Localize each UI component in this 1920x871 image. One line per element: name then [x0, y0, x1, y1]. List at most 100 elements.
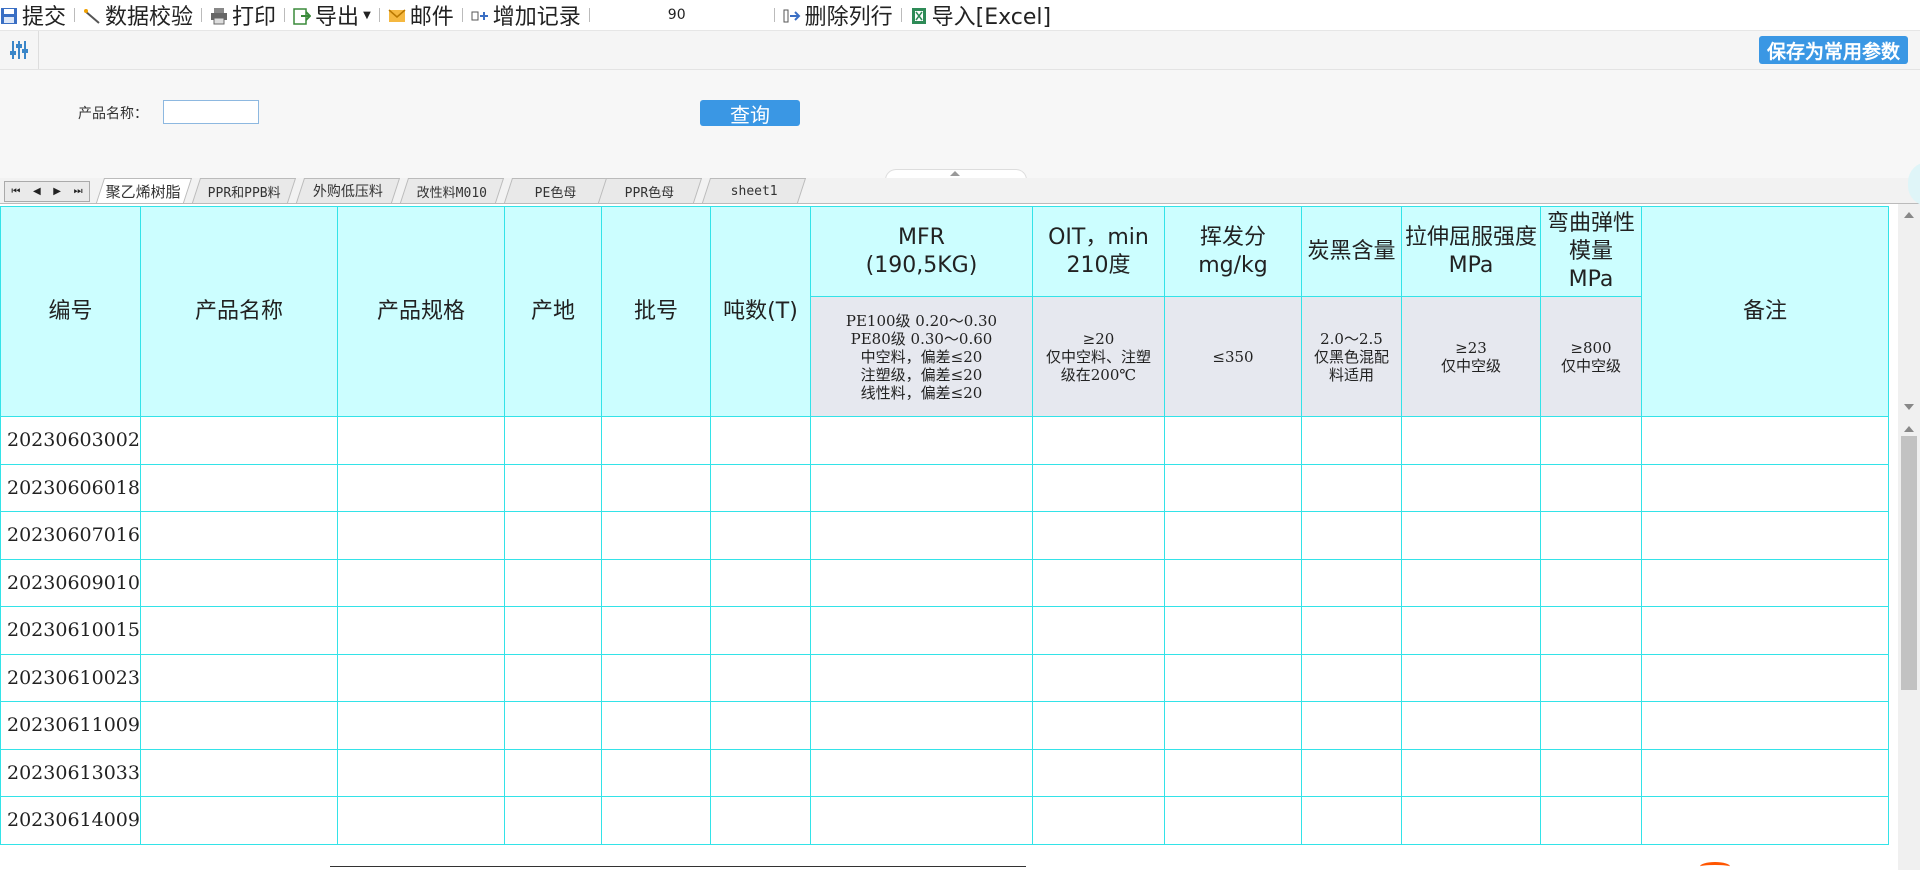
- table-cell[interactable]: [1539, 701, 1642, 750]
- table-cell[interactable]: [709, 701, 811, 750]
- table-cell[interactable]: [503, 701, 602, 750]
- table-cell[interactable]: [1163, 511, 1302, 560]
- sheet-tab[interactable]: sheet1: [701, 178, 807, 203]
- table-cell[interactable]: [1400, 796, 1541, 845]
- table-row[interactable]: 20230610023: [0, 653, 1889, 702]
- table-cell[interactable]: [709, 558, 811, 607]
- table-cell[interactable]: [1640, 748, 1889, 797]
- header-id[interactable]: 编号: [0, 206, 141, 417]
- submit-button[interactable]: 提交: [0, 0, 66, 30]
- table-cell[interactable]: [503, 748, 602, 797]
- table-cell[interactable]: [600, 796, 711, 845]
- table-cell[interactable]: [336, 511, 505, 560]
- table-cell[interactable]: [809, 653, 1033, 702]
- import-excel-button[interactable]: 导入[Excel]: [910, 0, 1051, 30]
- table-cell[interactable]: [1031, 511, 1165, 560]
- header-remark[interactable]: 备注: [1640, 206, 1889, 417]
- table-cell[interactable]: [1640, 463, 1889, 512]
- header-product-spec[interactable]: 产品规格: [336, 206, 505, 417]
- table-cell[interactable]: [139, 558, 338, 607]
- scroll-up-icon[interactable]: [1904, 426, 1914, 432]
- table-cell[interactable]: [503, 416, 602, 465]
- table-cell[interactable]: [1640, 511, 1889, 560]
- export-button[interactable]: 导出 ▼: [293, 0, 371, 30]
- table-cell[interactable]: [600, 606, 711, 655]
- table-cell[interactable]: [709, 653, 811, 702]
- zoom-level[interactable]: 90: [668, 7, 686, 23]
- header-origin[interactable]: 产地: [503, 206, 602, 417]
- table-row[interactable]: 20230606018: [0, 463, 1889, 512]
- row-id-cell[interactable]: 20230610023: [0, 653, 141, 702]
- table-cell[interactable]: [1163, 748, 1302, 797]
- table-cell[interactable]: [709, 416, 811, 465]
- table-cell[interactable]: [1163, 416, 1302, 465]
- print-button[interactable]: 打印: [210, 0, 276, 30]
- table-row[interactable]: 20230610015: [0, 606, 1889, 655]
- table-cell[interactable]: [1640, 701, 1889, 750]
- table-cell[interactable]: [809, 796, 1033, 845]
- spec-flex[interactable]: ≥800 仅中空级: [1539, 296, 1642, 417]
- table-cell[interactable]: [600, 511, 711, 560]
- table-cell[interactable]: [1640, 606, 1889, 655]
- table-cell[interactable]: [1031, 796, 1165, 845]
- table-cell[interactable]: [1163, 558, 1302, 607]
- table-cell[interactable]: [336, 701, 505, 750]
- table-cell[interactable]: [1539, 796, 1642, 845]
- first-sheet-icon[interactable]: ⏮: [11, 186, 20, 197]
- table-cell[interactable]: [600, 558, 711, 607]
- table-row[interactable]: 20230603002: [0, 416, 1889, 465]
- table-cell[interactable]: [809, 748, 1033, 797]
- table-cell[interactable]: [1539, 653, 1642, 702]
- table-cell[interactable]: [1300, 606, 1402, 655]
- table-cell[interactable]: [336, 416, 505, 465]
- table-cell[interactable]: [600, 463, 711, 512]
- table-row[interactable]: 20230611009: [0, 701, 1889, 750]
- table-cell[interactable]: [139, 416, 338, 465]
- table-cell[interactable]: [709, 796, 811, 845]
- table-cell[interactable]: [1400, 748, 1541, 797]
- table-cell[interactable]: [1640, 796, 1889, 845]
- mail-button[interactable]: 邮件: [388, 0, 454, 30]
- table-cell[interactable]: [1163, 606, 1302, 655]
- table-cell[interactable]: [1539, 606, 1642, 655]
- prev-sheet-icon[interactable]: ◀: [33, 186, 41, 197]
- table-cell[interactable]: [1300, 511, 1402, 560]
- sheet-tab[interactable]: 聚乙烯树脂: [95, 178, 193, 203]
- table-cell[interactable]: [1031, 653, 1165, 702]
- table-cell[interactable]: [1031, 558, 1165, 607]
- spec-carbon[interactable]: 2.0～2.5 仅黑色混配 料适用: [1300, 296, 1402, 417]
- spec-mfr[interactable]: PE100级 0.20～0.30 PE80级 0.30～0.60 中空料，偏差≤…: [809, 296, 1033, 417]
- table-cell[interactable]: [139, 748, 338, 797]
- table-cell[interactable]: [1400, 558, 1541, 607]
- table-cell[interactable]: [1640, 653, 1889, 702]
- header-product-name[interactable]: 产品名称: [139, 206, 338, 417]
- header-tonnage[interactable]: 吨数(T): [709, 206, 811, 417]
- table-row[interactable]: 20230614009: [0, 796, 1889, 845]
- table-cell[interactable]: [809, 463, 1033, 512]
- table-cell[interactable]: [139, 701, 338, 750]
- table-cell[interactable]: [1400, 701, 1541, 750]
- table-cell[interactable]: [336, 796, 505, 845]
- table-cell[interactable]: [809, 701, 1033, 750]
- table-cell[interactable]: [1163, 653, 1302, 702]
- row-id-cell[interactable]: 20230614009: [0, 796, 141, 845]
- table-cell[interactable]: [1400, 463, 1541, 512]
- table-cell[interactable]: [1539, 463, 1642, 512]
- sheet-tab[interactable]: PPR色母: [597, 178, 703, 203]
- table-cell[interactable]: [709, 606, 811, 655]
- header-oit[interactable]: OIT，min 210度: [1031, 206, 1165, 297]
- table-cell[interactable]: [1300, 653, 1402, 702]
- header-volatile[interactable]: 挥发分 mg/kg: [1163, 206, 1302, 297]
- table-cell[interactable]: [1300, 796, 1402, 845]
- table-cell[interactable]: [1400, 606, 1541, 655]
- table-cell[interactable]: [1031, 606, 1165, 655]
- table-cell[interactable]: [1031, 701, 1165, 750]
- table-cell[interactable]: [1539, 511, 1642, 560]
- last-sheet-icon[interactable]: ⏭: [74, 186, 83, 197]
- table-cell[interactable]: [1163, 796, 1302, 845]
- scroll-up-icon[interactable]: [1904, 212, 1914, 218]
- sheet-tab[interactable]: 改性料M010: [399, 178, 505, 203]
- filter-settings-button[interactable]: [0, 31, 39, 69]
- table-cell[interactable]: [1031, 416, 1165, 465]
- table-row[interactable]: 20230613033: [0, 748, 1889, 797]
